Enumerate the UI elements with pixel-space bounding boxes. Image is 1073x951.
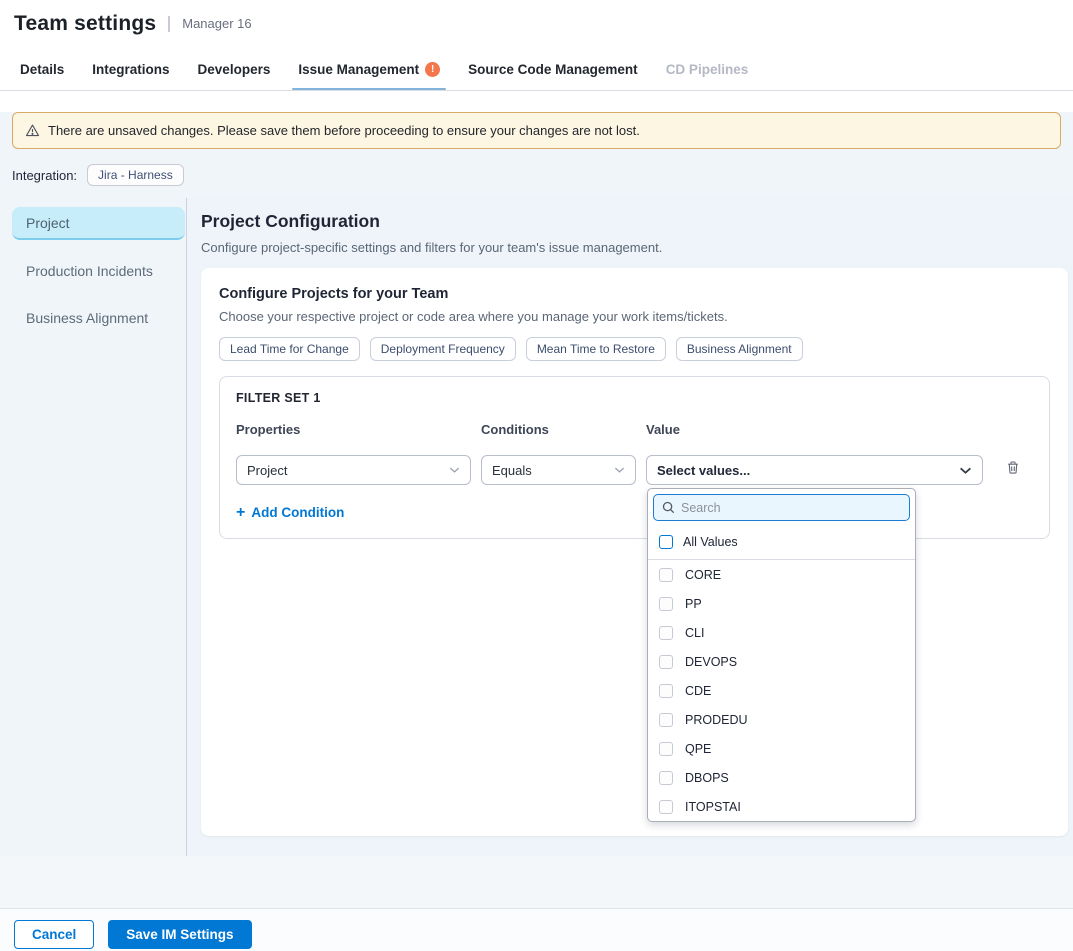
dropdown-search-box[interactable] — [653, 494, 910, 521]
dropdown-search-input[interactable] — [681, 501, 901, 515]
tab-issue-management[interactable]: Issue Management ! — [296, 48, 442, 90]
page-title: Team settings — [14, 12, 156, 36]
properties-column-label: Properties — [236, 422, 471, 437]
integration-row: Integration: Jira - Harness — [0, 149, 1073, 198]
chip-business-alignment[interactable]: Business Alignment — [676, 337, 803, 361]
team-settings-page: Team settings Manager 16 Details Integra… — [0, 0, 1073, 951]
page-subtitle: Manager 16 — [168, 16, 251, 32]
card-subtitle: Choose your respective project or code a… — [219, 309, 1050, 324]
dropdown-option-itopstai[interactable]: ITOPSTAI — [648, 792, 915, 821]
chevron-down-icon — [449, 466, 460, 474]
tab-details[interactable]: Details — [18, 48, 66, 90]
dropdown-option-devops[interactable]: DEVOPS — [648, 647, 915, 676]
value-multiselect[interactable]: Select values... — [646, 455, 983, 485]
chip-lead-time-for-change[interactable]: Lead Time for Change — [219, 337, 360, 361]
plus-icon: + — [236, 506, 245, 520]
value-column-label: Value — [646, 422, 983, 437]
tab-source-code-management[interactable]: Source Code Management — [466, 48, 640, 90]
checkbox-icon[interactable] — [659, 684, 673, 698]
dropdown-option-dbops[interactable]: DBOPS — [648, 763, 915, 792]
tab-integrations[interactable]: Integrations — [90, 48, 171, 90]
banner-message: There are unsaved changes. Please save t… — [48, 123, 640, 138]
checkbox-icon[interactable] — [659, 535, 673, 549]
checkbox-icon[interactable] — [659, 742, 673, 756]
checkbox-icon[interactable] — [659, 597, 673, 611]
cancel-button[interactable]: Cancel — [14, 920, 94, 949]
sidebar-item-production-incidents[interactable]: Production Incidents — [0, 255, 186, 287]
footer-bar: Cancel Save IM Settings — [0, 908, 1073, 951]
dropdown-option-prodedu[interactable]: PRODEDU — [648, 705, 915, 734]
integration-chip[interactable]: Jira - Harness — [87, 164, 184, 186]
dropdown-option-pipe[interactable]: PIPE — [648, 821, 915, 822]
main-panel: Project Configuration Configure project-… — [187, 198, 1073, 856]
chevron-down-icon — [959, 466, 972, 475]
metric-chip-row: Lead Time for Change Deployment Frequenc… — [219, 337, 1050, 361]
dropdown-option-cde[interactable]: CDE — [648, 676, 915, 705]
sidebar-item-project[interactable]: Project — [12, 207, 185, 240]
dropdown-option-core[interactable]: CORE — [648, 560, 915, 589]
card-title: Configure Projects for your Team — [219, 286, 1050, 302]
checkbox-icon[interactable] — [659, 800, 673, 814]
dropdown-option-qpe[interactable]: QPE — [648, 734, 915, 763]
checkbox-icon[interactable] — [659, 568, 673, 582]
filter-set-title: FILTER SET 1 — [236, 391, 1033, 405]
warning-triangle-icon — [25, 123, 40, 138]
chevron-down-icon — [614, 466, 625, 474]
checkbox-icon[interactable] — [659, 713, 673, 727]
section-subtitle: Configure project-specific settings and … — [201, 240, 1068, 255]
add-condition-button[interactable]: + Add Condition — [236, 505, 344, 520]
tab-cd-pipelines: CD Pipelines — [664, 48, 751, 90]
trash-icon — [1005, 459, 1021, 481]
checkbox-icon[interactable] — [659, 626, 673, 640]
chip-mean-time-to-restore[interactable]: Mean Time to Restore — [526, 337, 666, 361]
tab-bar: Details Integrations Developers Issue Ma… — [0, 48, 1073, 91]
dropdown-option-cli[interactable]: CLI — [648, 618, 915, 647]
save-im-settings-button[interactable]: Save IM Settings — [108, 920, 251, 949]
chip-deployment-frequency[interactable]: Deployment Frequency — [370, 337, 516, 361]
dropdown-option-pp[interactable]: PP — [648, 589, 915, 618]
value-dropdown-panel: All Values CORE PP CLI DEVOPS CDE PRODED… — [647, 488, 916, 822]
conditions-column-label: Conditions — [481, 422, 636, 437]
delete-filter-button[interactable] — [993, 459, 1033, 481]
checkbox-icon[interactable] — [659, 655, 673, 669]
all-values-option[interactable]: All Values — [648, 526, 915, 560]
properties-select[interactable]: Project — [236, 455, 471, 485]
conditions-select[interactable]: Equals — [481, 455, 636, 485]
bottom-spacer — [0, 856, 1073, 908]
settings-sidebar: Project Production Incidents Business Al… — [0, 198, 187, 856]
tab-developers[interactable]: Developers — [196, 48, 273, 90]
checkbox-icon[interactable] — [659, 771, 673, 785]
filter-grid: Properties Conditions Value Project — [236, 422, 1033, 485]
unsaved-changes-badge-icon: ! — [425, 62, 440, 77]
page-header: Team settings Manager 16 — [0, 0, 1073, 48]
filter-set-1: FILTER SET 1 Properties Conditions Value… — [219, 376, 1050, 539]
section-title: Project Configuration — [201, 211, 1068, 232]
sidebar-item-business-alignment[interactable]: Business Alignment — [0, 302, 186, 334]
search-icon — [662, 501, 675, 514]
unsaved-changes-banner: There are unsaved changes. Please save t… — [12, 112, 1061, 149]
integration-label: Integration: — [12, 168, 77, 183]
configure-projects-card: Configure Projects for your Team Choose … — [201, 268, 1068, 836]
